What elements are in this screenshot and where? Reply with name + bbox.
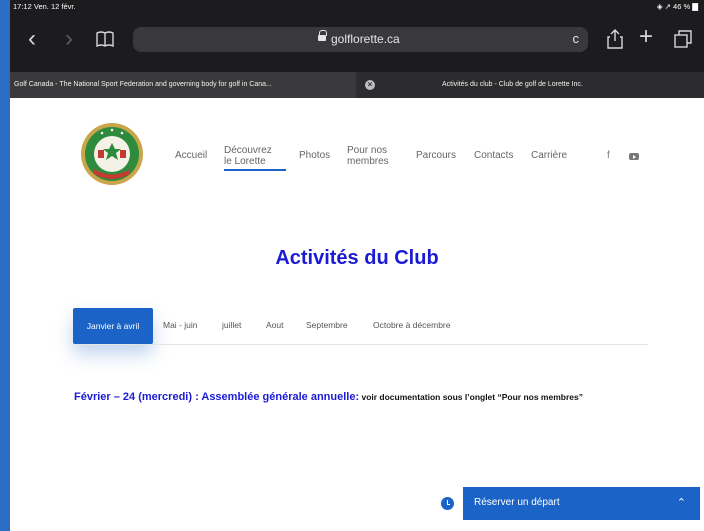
address-bar[interactable]: golflorette.ca c	[133, 27, 588, 52]
page-title: Activités du Club	[275, 247, 439, 269]
nav-accueil[interactable]: Accueil	[175, 150, 207, 162]
reserve-label: Réserver un départ	[474, 497, 560, 508]
browser-toolbar: ‹ › golflorette.ca c +	[10, 14, 704, 70]
event-detail: voir documentation sous l’onglet “Pour n…	[359, 392, 583, 402]
youtube-icon[interactable]	[629, 153, 639, 160]
nav-parcours[interactable]: Parcours	[416, 150, 456, 162]
nav-contacts[interactable]: Contacts	[474, 150, 513, 162]
tabs-divider	[73, 344, 648, 345]
tab-octobre-decembre[interactable]: Octobre à décembre	[373, 320, 450, 330]
tab-activites[interactable]: Activités du club - Club de golf de Lore…	[442, 72, 692, 98]
tab-aout[interactable]: Aout	[266, 320, 284, 330]
share-icon[interactable]	[607, 29, 623, 52]
forward-icon[interactable]: ›	[65, 27, 73, 51]
nav-pour-nos-membres[interactable]: Pour nos membres	[347, 145, 389, 167]
tab-mai-juin[interactable]: Mai - juin	[163, 320, 197, 330]
lock-icon	[318, 30, 327, 42]
web-page: Accueil Découvrez le Lorette Photos Pour…	[10, 98, 704, 531]
chevron-up-icon: ⌃	[676, 497, 686, 509]
tab-golf-canada[interactable]: Golf Canada - The National Sport Federat…	[10, 72, 356, 98]
bookmarks-icon[interactable]	[96, 31, 114, 50]
ipad-screen: 17:12 Ven. 12 févr. ◈ ↗ 46 % ▇ ‹ › golfl…	[10, 0, 704, 531]
reserve-icon-box	[432, 487, 463, 520]
nav-active-underline	[224, 169, 286, 171]
tab-strip: Golf Canada - The National Sport Federat…	[10, 72, 704, 98]
club-logo[interactable]	[80, 122, 144, 186]
tab-janvier-avril[interactable]: Janvier à avril	[73, 308, 153, 344]
status-bar: 17:12 Ven. 12 févr. ◈ ↗ 46 % ▇	[10, 0, 704, 14]
reload-icon[interactable]: c	[573, 31, 580, 46]
event-entry: Février – 24 (mercredi) : Assemblée géné…	[74, 388, 644, 406]
tab-juillet[interactable]: juillet	[222, 320, 241, 330]
add-tab-icon[interactable]: +	[639, 25, 653, 49]
nav-decouvrez[interactable]: Découvrez le Lorette	[224, 145, 272, 167]
reserve-depart-button[interactable]: Réserver un départ ⌃	[432, 487, 700, 520]
event-headline: Février – 24 (mercredi) : Assemblée géné…	[74, 391, 360, 403]
nav-photos[interactable]: Photos	[299, 150, 330, 162]
tabs-overview-icon[interactable]	[674, 30, 692, 51]
back-icon[interactable]: ‹	[28, 27, 36, 51]
clock-icon	[441, 497, 454, 510]
tab-septembre[interactable]: Septembre	[306, 320, 348, 330]
url-host: golflorette.ca	[331, 32, 400, 46]
status-time: 17:12 Ven. 12 févr.	[13, 2, 76, 11]
close-tab-icon[interactable]: ×	[365, 80, 375, 90]
facebook-icon[interactable]: f	[607, 150, 610, 161]
nav-carriere[interactable]: Carrière	[531, 150, 567, 162]
status-indicators: ◈ ↗ 46 % ▇	[656, 2, 698, 11]
